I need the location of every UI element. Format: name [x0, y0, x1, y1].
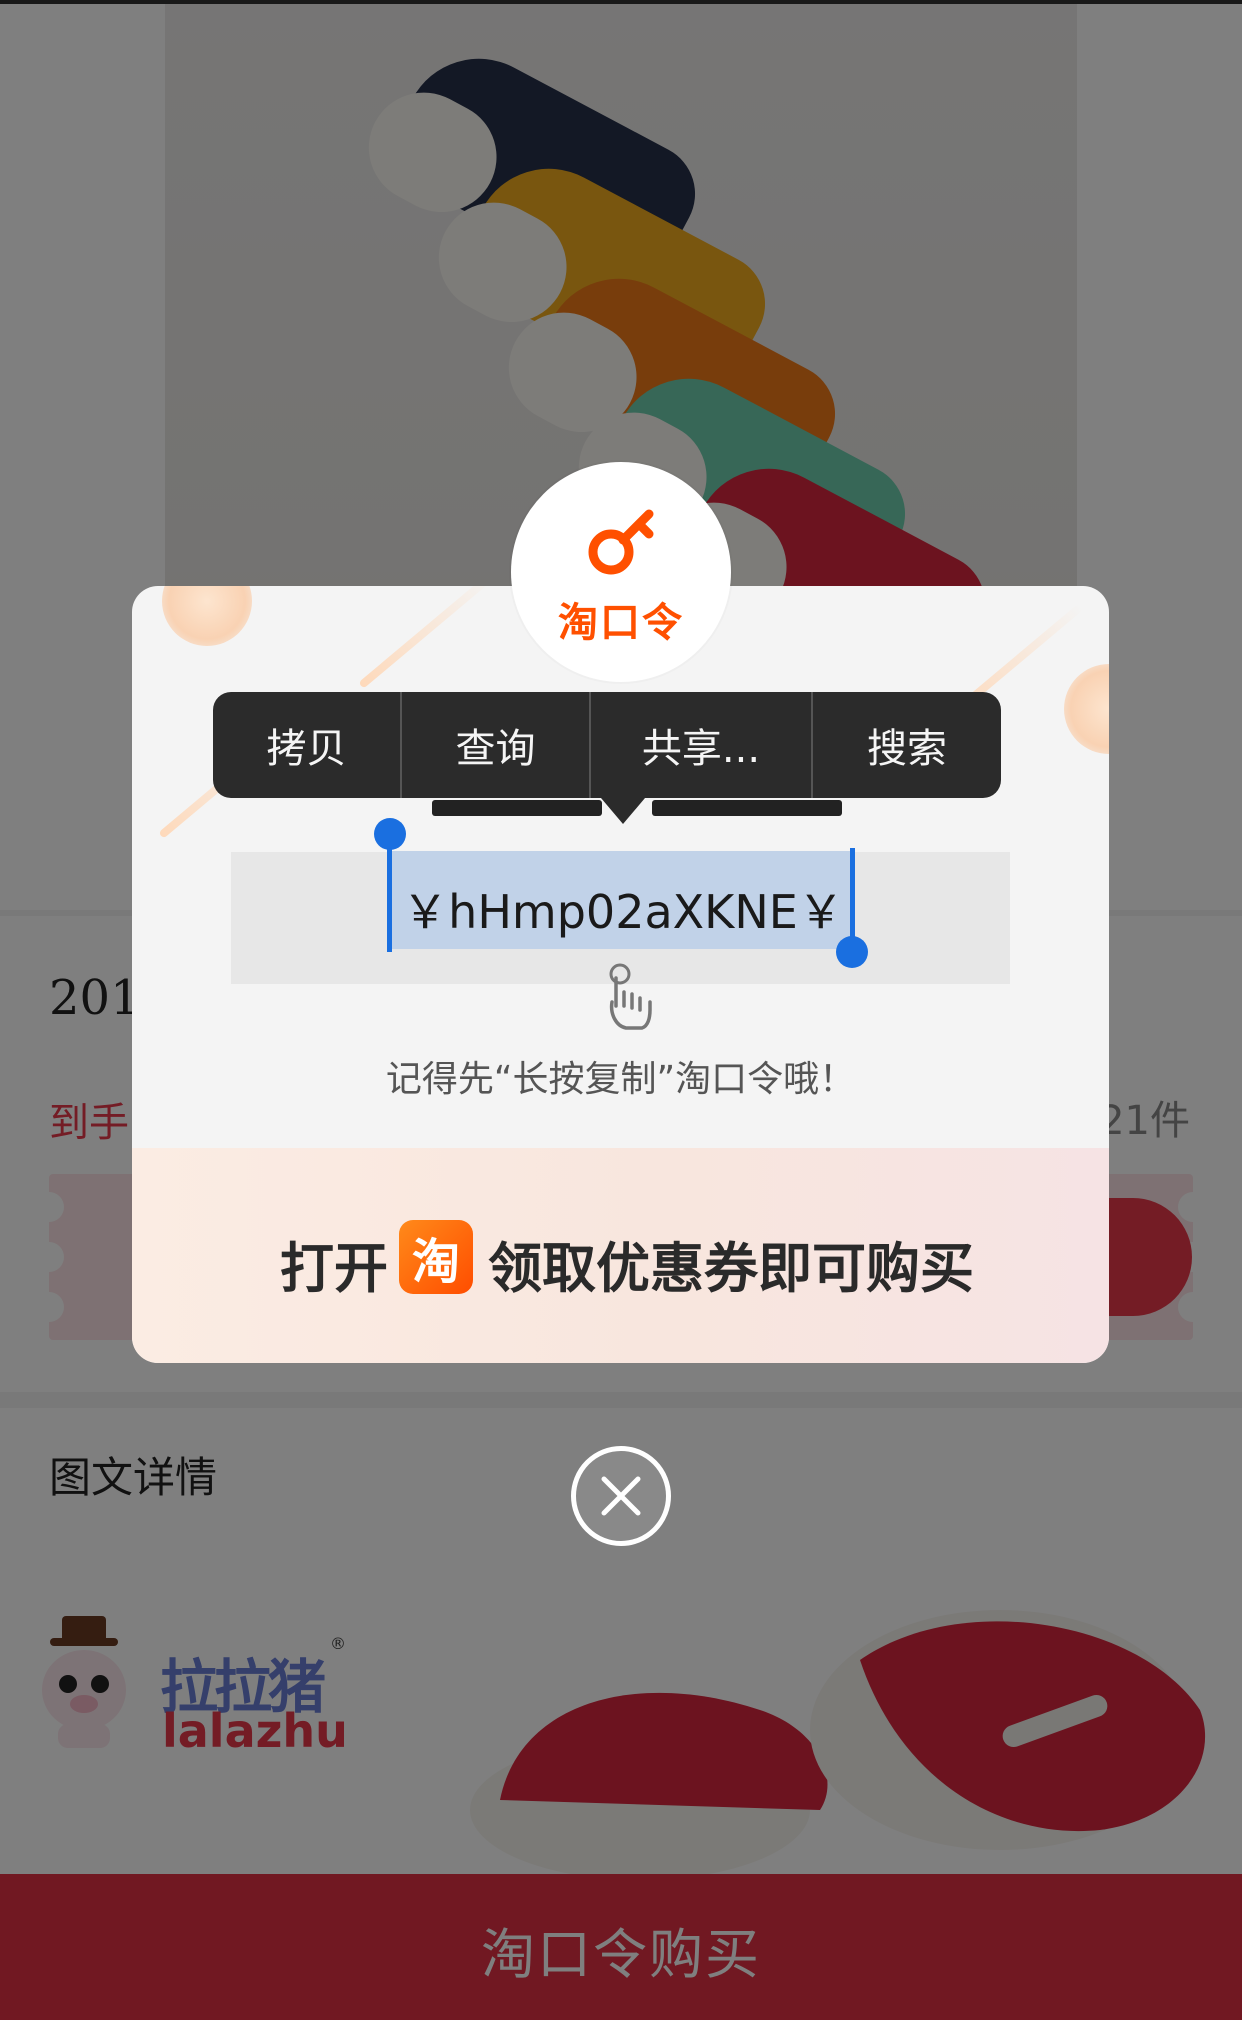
taokouling-badge: 淘口令: [511, 462, 731, 682]
taokouling-code[interactable]: ￥hHmp02aXKNE￥: [396, 876, 850, 942]
decor-stroke: [358, 586, 494, 689]
decor-dot: [1064, 664, 1109, 754]
selection-end-handle[interactable]: [836, 936, 868, 968]
taobao-badge-char: 淘: [411, 1234, 460, 1290]
menu-item-copy[interactable]: 拷贝: [213, 692, 402, 798]
close-button[interactable]: [571, 1446, 671, 1546]
badge-label: 淘口令: [558, 600, 684, 646]
callout-arrow: [601, 798, 645, 824]
taobao-app-icon: 淘: [399, 1220, 473, 1294]
obscured-instruction-text: [432, 800, 842, 816]
text-edit-callout-menu: 拷贝 查询 共享... 搜索: [213, 692, 1001, 798]
copy-hint: 记得先“长按复制”淘口令哦！: [385, 1059, 856, 1100]
hand-pointer-icon: [609, 963, 652, 1030]
menu-item-share[interactable]: 共享...: [591, 692, 813, 798]
key-icon: [588, 509, 654, 575]
footer-open-text: 打开: [280, 1237, 388, 1300]
decor-dot: [162, 586, 252, 646]
footer-coupon-text: 领取优惠券即可购买: [488, 1237, 974, 1300]
selection-start-bar: [387, 848, 392, 952]
menu-item-search[interactable]: 搜索: [813, 692, 1001, 798]
menu-item-lookup[interactable]: 查询: [402, 692, 591, 798]
selection-start-handle[interactable]: [374, 818, 406, 850]
close-icon: [601, 1476, 641, 1516]
